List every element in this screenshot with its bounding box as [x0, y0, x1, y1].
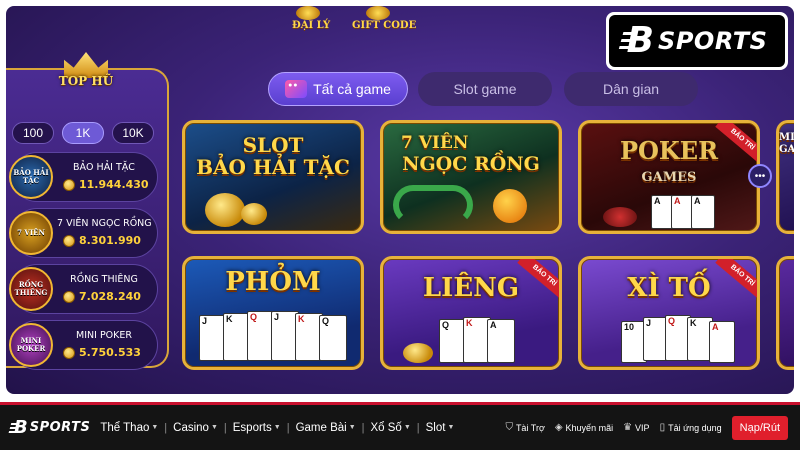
deposit-withdraw-button[interactable]: Nạp/Rút [731, 415, 788, 440]
game-title: SLOT [242, 133, 304, 157]
agent-icon[interactable] [296, 6, 320, 20]
brand-b-icon: B [626, 20, 655, 61]
dragon-icon [393, 185, 473, 225]
jackpot-item[interactable]: 7 VIÊN 7 VIÊN NGỌC RỒNG 8.301.990 [9, 208, 158, 258]
game-title: PHỎM [225, 267, 321, 297]
category-label: Slot game [453, 81, 517, 97]
game-tile-phom[interactable]: PHỎM J K Q J K Q [182, 256, 364, 370]
more-button[interactable]: ••• [748, 164, 772, 188]
coin-icon [241, 203, 267, 225]
game-subtitle: NGỌC RỒNG [402, 153, 540, 175]
dragon-ball-icon [493, 189, 527, 223]
chevron-down-icon: ▼ [348, 424, 356, 431]
coin-icon [403, 343, 433, 363]
playing-card-icon: A [487, 319, 515, 363]
footer-logo[interactable]: B SPORTS [14, 416, 91, 438]
page-frame: ĐẠI LÝ GIFT CODE TOP HŨ 100 1K 10K BẢO H… [0, 0, 800, 450]
jackpot-amount: 8.301.990 [79, 234, 141, 247]
game-title: MINI [779, 132, 794, 143]
chevron-down-icon: ▼ [403, 424, 411, 431]
game-tile-mini-game-partial[interactable]: MINI GAM [776, 120, 794, 234]
coin-icon [63, 290, 75, 303]
nav-sports[interactable]: Thể Thao ▼ [100, 422, 158, 434]
jackpot-item[interactable]: BẢO HẢI TẶC BẢO HẢI TẶC 11.944.430 [9, 152, 158, 202]
jackpot-title: TOP HŨ [58, 74, 114, 88]
chevron-down-icon: ▼ [210, 424, 218, 431]
game-subtitle: GAM [779, 144, 794, 155]
mini-poker-game-icon: MINI POKER [9, 323, 53, 367]
game-title: XÌ TỐ [627, 273, 711, 303]
gift-code-icon[interactable] [366, 6, 390, 20]
chevron-down-icon: ▼ [447, 424, 455, 431]
crown-icon: ♛ [623, 422, 633, 433]
game-tile-lieng[interactable]: LIÊNG BẢO TRÌ Q K A [380, 256, 562, 370]
game-tile-ngoc-rong[interactable]: 7 VIÊN NGỌC RỒNG [380, 120, 562, 234]
game-tile-xi-to[interactable]: XÌ TỐ BẢO TRÌ 10 J Q K A [578, 256, 760, 370]
util-download-app[interactable]: ▯ Tải ứng dụng [660, 422, 722, 433]
nav-casino[interactable]: Casino ▼ [173, 422, 218, 434]
playing-card-icon: A [691, 195, 715, 229]
top-shortcuts: ĐẠI LÝ GIFT CODE [286, 6, 426, 32]
category-label: Tất cả game [313, 81, 391, 97]
dragon-ball-game-icon: 7 VIÊN [9, 211, 53, 255]
tab-1k[interactable]: 1K [62, 122, 104, 144]
category-all-games[interactable]: Tất cả game [268, 72, 408, 106]
treasure-icon [205, 193, 245, 227]
category-label: Dân gian [602, 81, 660, 97]
jackpot-tabs: 100 1K 10K [12, 122, 154, 144]
nav-lottery[interactable]: Xổ Số ▼ [371, 422, 411, 434]
crown-icon: TOP HŨ [46, 52, 126, 102]
jackpot-amount: 5.750.533 [79, 346, 141, 359]
coin-icon [63, 346, 75, 359]
util-vip[interactable]: ♛ VIP [623, 422, 649, 433]
jackpot-item[interactable]: MINI POKER MINI POKER 5.750.533 [9, 320, 158, 370]
jackpot-name: RỒNG THIÊNG [70, 274, 138, 285]
chip-icon [603, 207, 637, 227]
gift-code-label[interactable]: GIFT CODE [352, 20, 416, 31]
jackpot-amount: 7.028.240 [79, 290, 141, 303]
chevron-down-icon: ▼ [273, 424, 281, 431]
dice-icon [285, 80, 308, 98]
dragon-game-icon: RỒNG THIÊNG [9, 267, 53, 311]
nav-esports[interactable]: Esports ▼ [233, 422, 281, 434]
category-folk-games[interactable]: Dân gian [564, 72, 698, 106]
brand-b-icon: B [14, 416, 28, 438]
bottom-navbar: B SPORTS Thể Thao ▼ | Casino ▼ | Esports ▼ … [0, 402, 800, 450]
jackpot-list: BẢO HẢI TẶC BẢO HẢI TẶC 11.944.430 7 VIÊ… [9, 152, 158, 376]
game-subtitle: BẢO HẢI TẶC [196, 155, 350, 179]
nav-card-games[interactable]: Game Bài ▼ [296, 422, 356, 434]
brand-logo: B SPORTS [606, 12, 788, 70]
brand-name: SPORTS [29, 420, 91, 435]
tag-icon: ◈ [554, 422, 563, 433]
jackpot-name: MINI POKER [76, 330, 132, 341]
game-title: POKER [619, 136, 719, 165]
shield-icon: ⛉ [505, 422, 513, 433]
nav-slot[interactable]: Slot ▼ [426, 422, 455, 434]
game-tile-bao-hai-tac[interactable]: SLOT BẢO HẢI TẶC [182, 120, 364, 234]
jackpot-panel: TOP HŨ 100 1K 10K BẢO HẢI TẶC BẢO HẢI TẶ… [6, 52, 169, 370]
game-title: LIÊNG [422, 273, 520, 303]
game-title: 7 VIÊN [401, 133, 469, 153]
playing-card-icon: Q [319, 315, 347, 361]
util-sponsor[interactable]: ⛉ Tài Trợ [505, 422, 544, 433]
game-tile-partial[interactable] [776, 256, 794, 370]
game-subtitle: GAMES [641, 170, 697, 185]
phone-icon: ▯ [659, 422, 666, 433]
chevron-down-icon: ▼ [151, 424, 159, 431]
category-slot-game[interactable]: Slot game [418, 72, 552, 106]
jackpot-name: 7 VIÊN NGỌC RỒNG [57, 218, 152, 229]
brand-name: SPORTS [658, 27, 768, 55]
agent-label[interactable]: ĐẠI LÝ [292, 20, 330, 31]
playing-card-icon: A [709, 321, 735, 363]
coin-icon [63, 234, 75, 247]
tab-10k[interactable]: 10K [112, 122, 154, 144]
tab-100[interactable]: 100 [12, 122, 54, 144]
coin-icon [63, 178, 75, 191]
jackpot-name: BẢO HẢI TẶC [73, 162, 135, 173]
jackpot-amount: 11.944.430 [79, 178, 149, 191]
jackpot-item[interactable]: RỒNG THIÊNG RỒNG THIÊNG 7.028.240 [9, 264, 158, 314]
util-promotions[interactable]: ◈ Khuyến mãi [555, 422, 613, 433]
game-tile-poker[interactable]: POKER GAMES BẢO TRÌ A A A [578, 120, 760, 234]
pirate-game-icon: BẢO HẢI TẶC [9, 155, 53, 199]
